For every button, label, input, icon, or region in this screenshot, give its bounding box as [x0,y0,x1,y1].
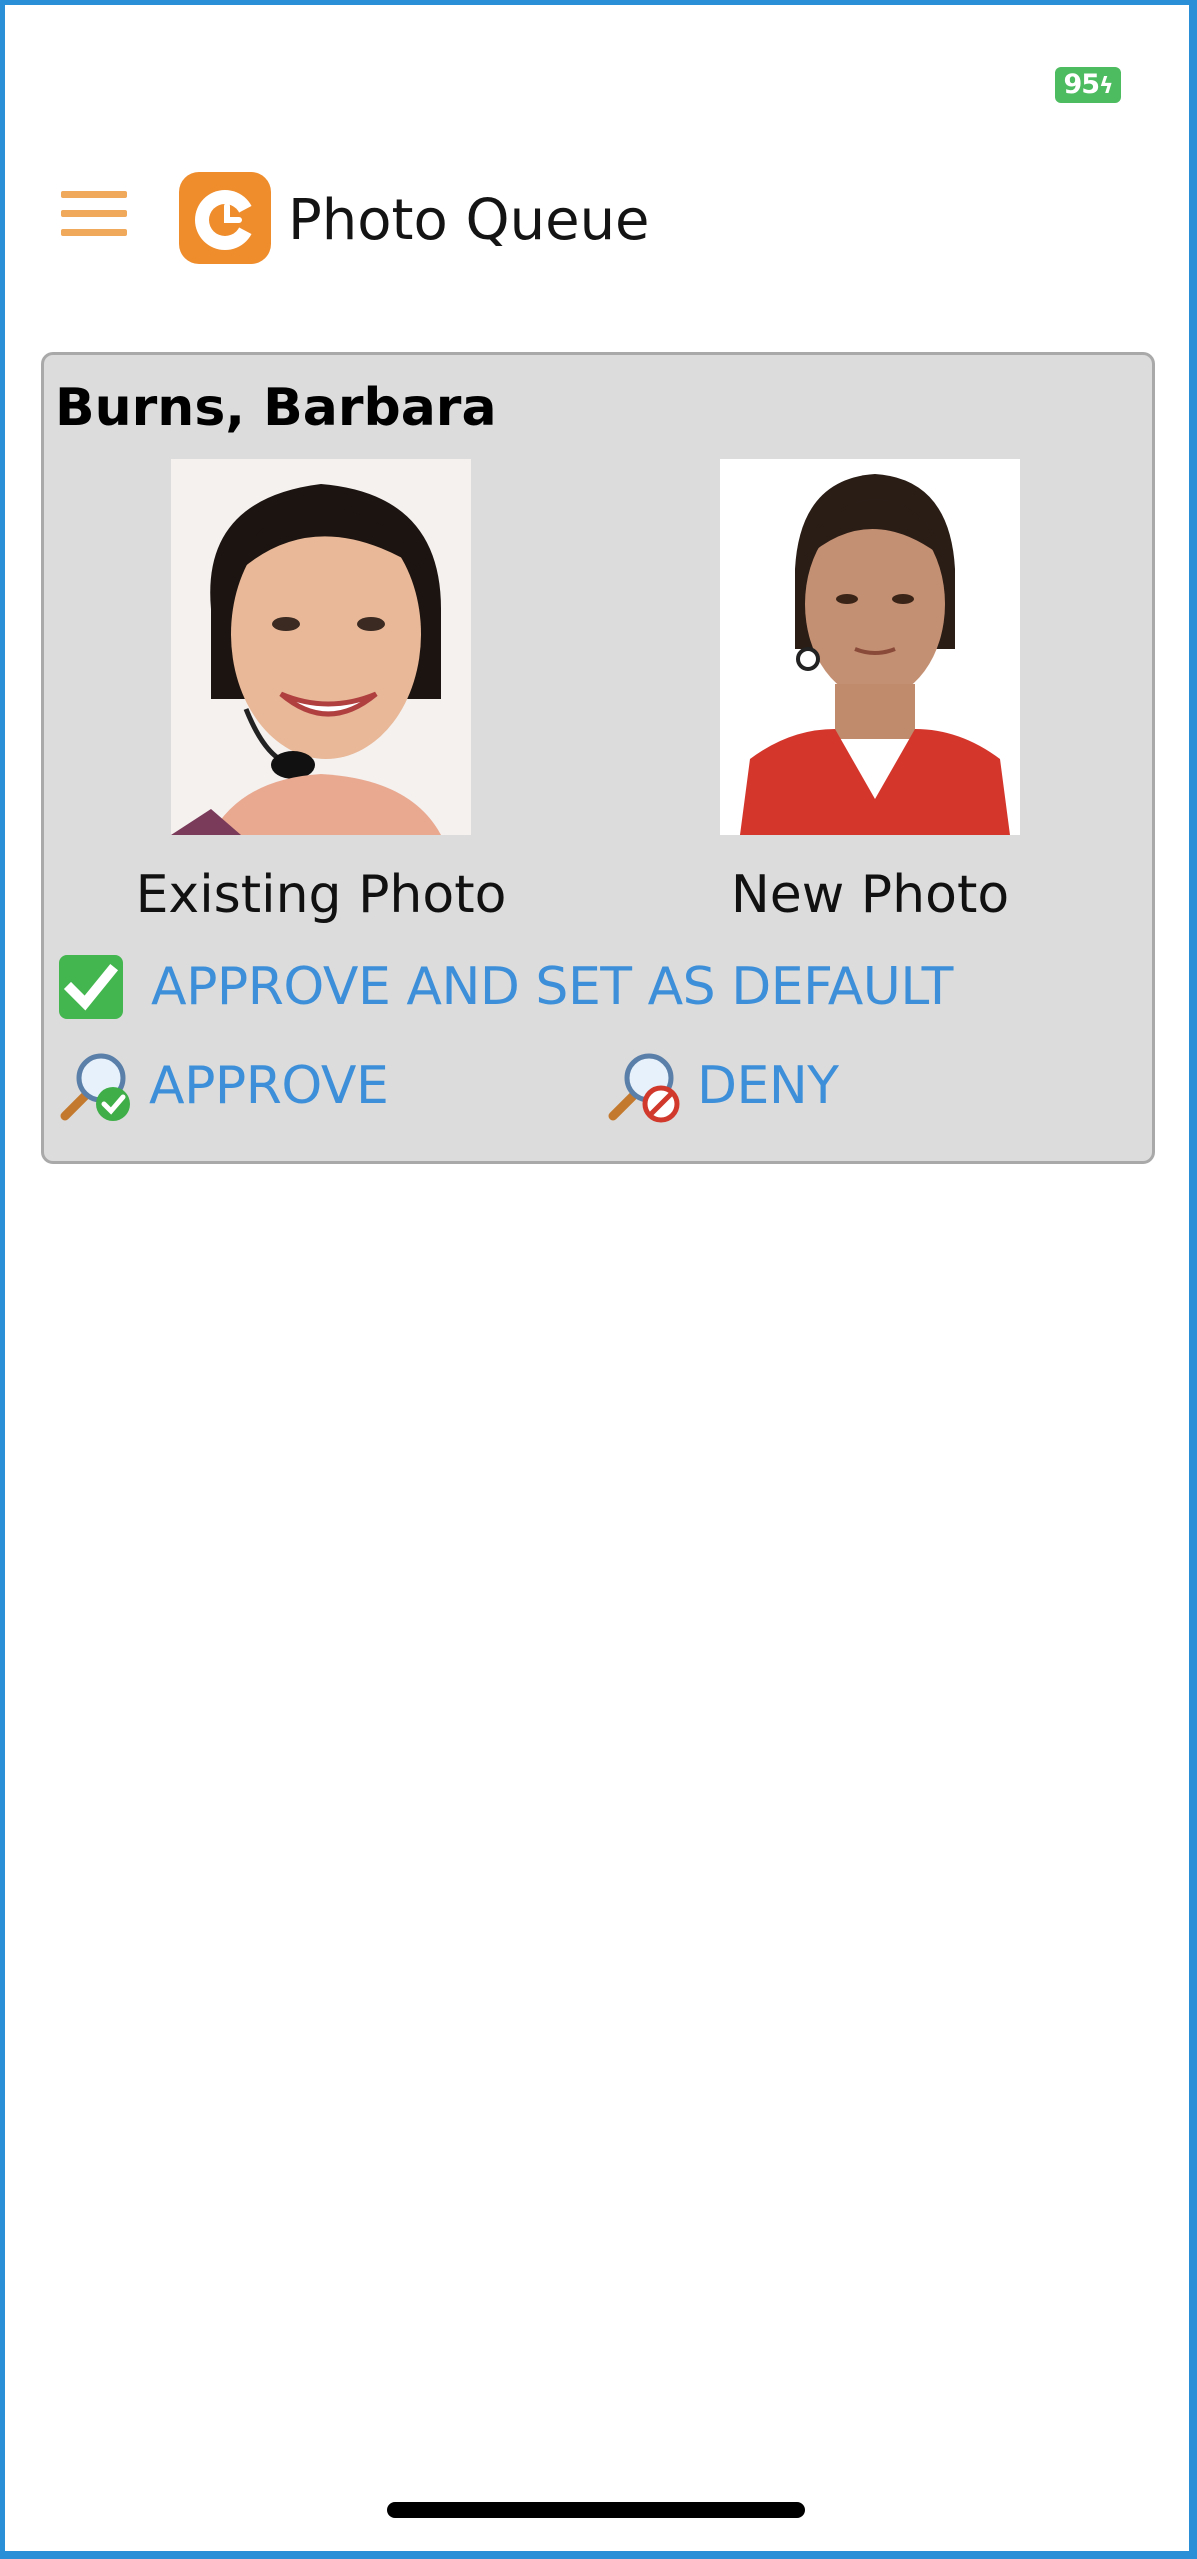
deny-button[interactable]: DENY [605,1048,839,1124]
approve-button[interactable]: APPROVE [57,1048,389,1124]
existing-photo [171,459,471,835]
home-indicator[interactable] [387,2502,805,2518]
approve-label: APPROVE [149,1056,389,1116]
hamburger-menu-icon[interactable] [61,191,127,237]
magnifier-deny-icon [608,1053,680,1123]
app-logo-icon [179,172,271,264]
person-name: Burns, Barbara [55,378,497,438]
app-frame: 95ϟ Photo Queue Burns, Barbara Existing … [0,0,1197,2559]
charging-bolt-icon: ϟ [1099,74,1113,99]
new-photo [720,459,1020,835]
battery-indicator: 95ϟ [1055,67,1121,103]
green-checkbox-icon [59,955,123,1019]
new-photo-caption: New Photo [730,865,1010,925]
deny-label: DENY [697,1056,839,1116]
approve-and-set-default-button[interactable]: APPROVE AND SET AS DEFAULT [57,953,953,1021]
approve-and-set-default-label: APPROVE AND SET AS DEFAULT [151,957,953,1017]
magnifier-approve-icon [60,1053,130,1121]
battery-level: 95 [1063,69,1100,100]
existing-photo-caption: Existing Photo [135,865,507,925]
page-title: Photo Queue [288,188,650,253]
